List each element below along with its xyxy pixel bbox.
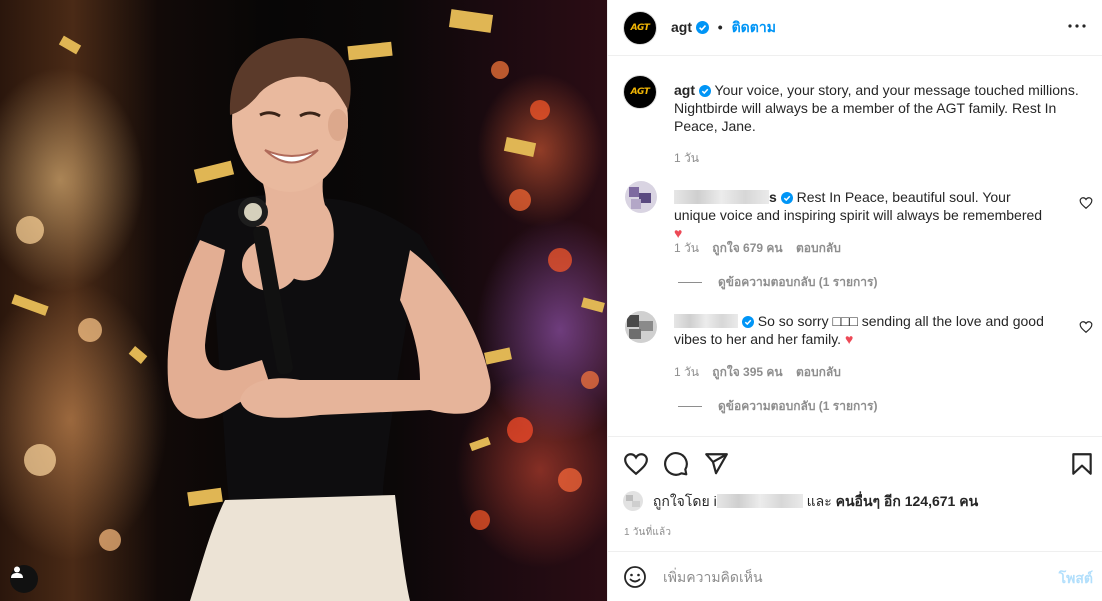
- verified-badge-icon: [695, 21, 709, 34]
- caption-meta: 1 วัน: [674, 149, 709, 168]
- caption-username[interactable]: agt: [674, 82, 695, 98]
- author-avatar[interactable]: AGT: [623, 11, 657, 45]
- bookmark-icon[interactable]: [1069, 451, 1095, 477]
- liker-avatar-blurred[interactable]: [623, 491, 643, 511]
- author-username[interactable]: agt: [671, 19, 692, 35]
- heart-icon[interactable]: [623, 451, 649, 477]
- view-replies-label: ดูข้อความตอบกลับ (1 รายการ): [718, 399, 878, 413]
- emoji-icon[interactable]: [623, 565, 647, 589]
- comment-username-blurred[interactable]: [674, 190, 769, 204]
- comment-input[interactable]: [663, 566, 1043, 588]
- liker-username-blurred[interactable]: [716, 494, 803, 508]
- tagged-users-button[interactable]: [10, 565, 38, 593]
- add-comment-bar: โพสต์: [608, 551, 1102, 601]
- comment-avatar[interactable]: [625, 311, 657, 343]
- verified-badge-icon: [780, 192, 793, 204]
- comment-text-block: So so sorry □□□ sending all the love and…: [674, 312, 1064, 348]
- caption-text: Your voice, your story, and your message…: [674, 82, 1079, 134]
- comment-avatar[interactable]: [625, 181, 657, 213]
- more-horizontal-icon: [1068, 24, 1086, 28]
- replies-line: [678, 282, 702, 284]
- agt-logo: AGT: [630, 23, 650, 33]
- post-header: AGT agt • ติดตาม: [608, 0, 1102, 56]
- comment-likes[interactable]: ถูกใจ 395 คน: [712, 365, 782, 379]
- reply-button[interactable]: ตอบกลับ: [796, 241, 841, 255]
- post-details-panel: AGT agt • ติดตาม AGT agt Your voice, you…: [607, 0, 1102, 601]
- view-replies-button[interactable]: ดูข้อความตอบกลับ (1 รายการ): [678, 273, 877, 292]
- verified-badge-icon: [698, 85, 711, 97]
- header-user-line: agt • ติดตาม: [671, 17, 776, 39]
- comment-icon[interactable]: [663, 451, 689, 477]
- follow-button[interactable]: ติดตาม: [732, 19, 776, 35]
- verified-badge-icon: [741, 316, 754, 328]
- comment-time[interactable]: 1 วัน: [674, 365, 699, 379]
- comment-time[interactable]: 1 วัน: [674, 241, 699, 255]
- separator-dot: •: [717, 19, 723, 35]
- view-replies-button[interactable]: ดูข้อความตอบกลับ (1 รายการ): [678, 397, 877, 416]
- post-photo-illustration: [11, 9, 605, 601]
- replies-line: [678, 406, 702, 408]
- more-options-button[interactable]: [1065, 14, 1089, 38]
- comment-likes[interactable]: ถูกใจ 679 คน: [712, 241, 782, 255]
- share-icon[interactable]: [703, 451, 729, 477]
- post-comment-button[interactable]: โพสต์: [1059, 568, 1093, 590]
- red-heart-emoji: ♥: [844, 331, 854, 347]
- likes-summary: ถูกใจโดย i และ คนอื่นๆ อีก 124,671 คน: [623, 491, 978, 513]
- post-time-ago[interactable]: 1 วันที่แล้ว: [624, 525, 671, 540]
- comment-meta: 1 วัน ถูกใจ 395 คน ตอบกลับ: [674, 363, 851, 382]
- blurred-avatar-image: [625, 181, 657, 213]
- post-photo[interactable]: [0, 0, 607, 601]
- caption-avatar[interactable]: AGT: [623, 75, 657, 109]
- like-comment-heart-icon[interactable]: [1079, 196, 1093, 210]
- caption-text-block: agt Your voice, your story, and your mes…: [674, 81, 1084, 135]
- reply-button[interactable]: ตอบกลับ: [796, 365, 841, 379]
- comment-username-blurred[interactable]: [674, 314, 738, 328]
- comment-text-block: s Rest In Peace, beautiful soul. Your un…: [674, 188, 1054, 242]
- comment-meta: 1 วัน ถูกใจ 679 คน ตอบกลับ: [674, 239, 851, 258]
- like-comment-heart-icon[interactable]: [1079, 320, 1093, 334]
- user-icon: [11, 566, 23, 578]
- comment-username-suffix: s: [769, 189, 777, 205]
- view-replies-label: ดูข้อความตอบกลับ (1 รายการ): [718, 275, 878, 289]
- agt-logo: AGT: [630, 87, 650, 97]
- comments-list[interactable]: AGT agt Your voice, your story, and your…: [608, 57, 1102, 435]
- post-actions: ถูกใจโดย i และ คนอื่นๆ อีก 124,671 คน 1 …: [608, 436, 1102, 551]
- caption-time[interactable]: 1 วัน: [674, 151, 699, 165]
- others-likes-count[interactable]: คนอื่นๆ อีก 124,671 คน: [836, 493, 979, 509]
- liked-by-and: และ: [806, 493, 832, 509]
- liked-by-prefix: ถูกใจโดย i: [652, 493, 717, 509]
- blurred-avatar-image: [625, 311, 657, 343]
